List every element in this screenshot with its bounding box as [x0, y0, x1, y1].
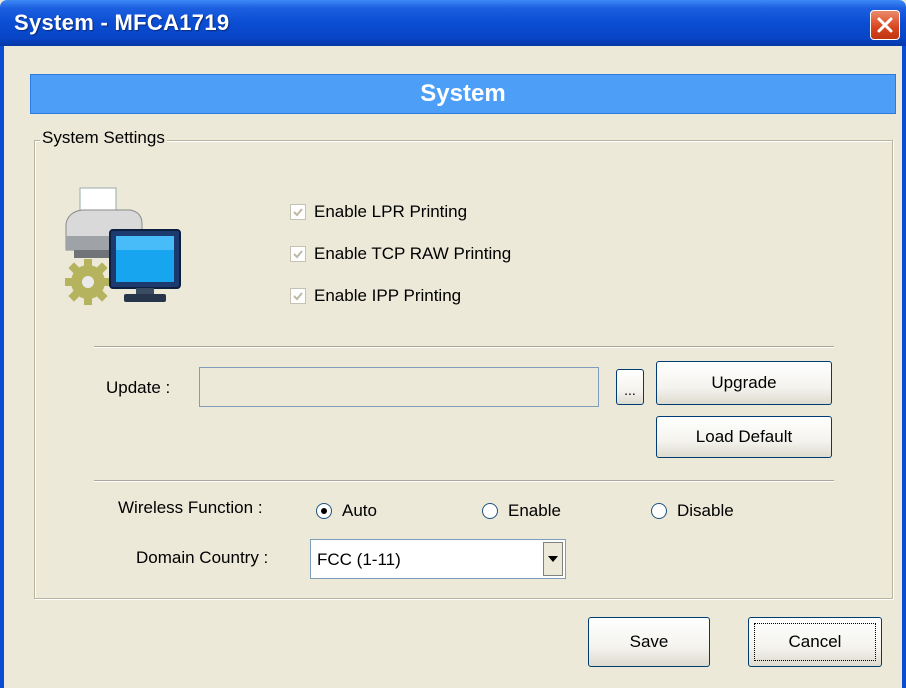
radio-wireless-auto-circle[interactable]: [316, 503, 332, 519]
section-header-title: System: [420, 80, 506, 107]
close-icon: [877, 17, 893, 33]
printer-computer-icon: [65, 187, 181, 305]
radio-wireless-auto-label: Auto: [342, 501, 377, 520]
radio-wireless-disable-circle[interactable]: [651, 503, 667, 519]
radio-wireless-disable-label: Disable: [677, 501, 734, 520]
wireless-function-label: Wireless Function :: [118, 498, 263, 517]
radio-wireless-enable[interactable]: Enable: [482, 501, 561, 521]
checkmark-icon: [293, 208, 303, 217]
close-button[interactable]: [870, 10, 900, 40]
cancel-button-label: Cancel: [788, 632, 842, 651]
load-default-button[interactable]: Load Default: [656, 416, 832, 458]
browse-button[interactable]: ...: [616, 369, 644, 405]
title-bar: System - MFCA1719: [0, 0, 906, 46]
checkmark-icon: [293, 292, 303, 301]
checkbox-tcp-raw[interactable]: Enable TCP RAW Printing: [290, 244, 511, 264]
checkbox-lpr-label: Enable LPR Printing: [314, 202, 468, 221]
update-label: Update :: [106, 378, 171, 397]
checkbox-ipp[interactable]: Enable IPP Printing: [290, 286, 461, 306]
checkbox-tcp-raw-box[interactable]: [290, 246, 306, 262]
window-title: System - MFCA1719: [14, 10, 230, 35]
radio-wireless-auto[interactable]: Auto: [316, 501, 377, 521]
checkmark-icon: [293, 250, 303, 259]
window-frame-right: [902, 46, 906, 688]
update-path-input[interactable]: [199, 367, 599, 407]
checkbox-tcp-raw-label: Enable TCP RAW Printing: [314, 244, 512, 263]
cancel-button[interactable]: Cancel: [748, 617, 882, 667]
separator: [94, 480, 834, 482]
checkbox-ipp-box[interactable]: [290, 288, 306, 304]
dropdown-arrow-button[interactable]: [543, 542, 563, 576]
domain-country-label: Domain Country :: [136, 548, 269, 567]
domain-country-select[interactable]: FCC (1-11): [310, 539, 566, 579]
checkbox-lpr-box[interactable]: [290, 204, 306, 220]
window-frame-left: [0, 46, 4, 688]
checkbox-ipp-label: Enable IPP Printing: [314, 286, 462, 305]
radio-wireless-enable-circle[interactable]: [482, 503, 498, 519]
domain-country-value: FCC (1-11): [317, 550, 401, 569]
radio-wireless-disable[interactable]: Disable: [651, 501, 734, 521]
group-legend: System Settings: [40, 128, 167, 148]
checkbox-lpr[interactable]: Enable LPR Printing: [290, 202, 467, 222]
upgrade-button[interactable]: Upgrade: [656, 361, 832, 405]
save-button[interactable]: Save: [588, 617, 710, 667]
section-header: System: [30, 74, 896, 114]
radio-wireless-enable-label: Enable: [508, 501, 561, 520]
dropdown-arrow-icon: [548, 556, 558, 562]
separator: [94, 346, 834, 348]
